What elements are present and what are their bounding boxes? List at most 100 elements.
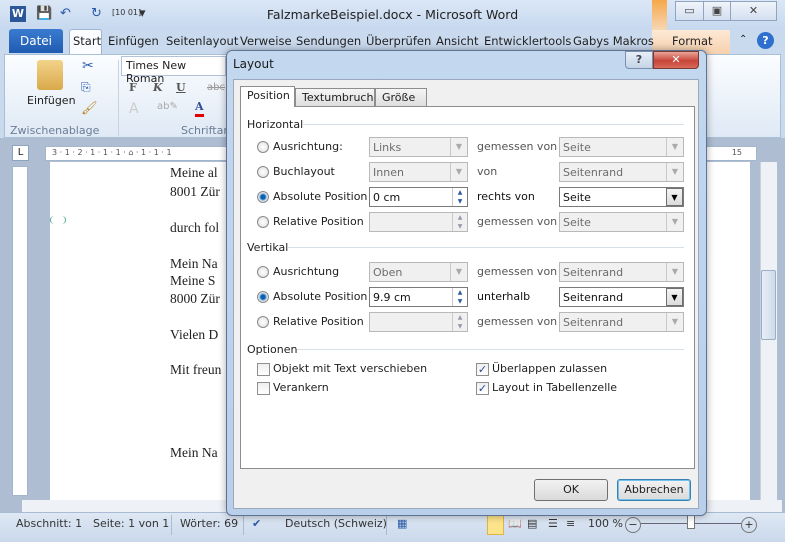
chevron-down-icon[interactable]: ▼ (666, 188, 683, 206)
outline-icon[interactable]: ☰ (548, 517, 558, 530)
tab-ansicht[interactable]: Ansicht (436, 34, 478, 48)
help-icon[interactable]: ? (757, 32, 774, 49)
value-spinner[interactable]: ▲ ▼ (369, 312, 468, 332)
tab-groesse[interactable]: Größe (375, 88, 427, 107)
value-dropdown[interactable]: Links ▼ (369, 137, 468, 157)
radio-ausrichtung[interactable] (257, 266, 269, 278)
tab-sendungen[interactable]: Sendungen (296, 34, 361, 48)
tab-position[interactable]: Position (240, 86, 295, 107)
macro-record-icon[interactable]: ▦ (397, 517, 407, 530)
underline-button[interactable]: U (176, 81, 186, 94)
print-layout-icon[interactable] (487, 515, 504, 535)
close-window-button[interactable]: ✕ (730, 1, 777, 21)
zoom-in-button[interactable]: + (741, 517, 757, 533)
chevron-down-icon[interactable]: ▼ (666, 163, 683, 181)
tab-start[interactable]: Start (73, 34, 101, 48)
tab-gabys-makros[interactable]: Gabys Makros (573, 34, 654, 48)
zoom-slider-handle[interactable] (687, 515, 695, 529)
paste-button[interactable]: Einfügen (27, 94, 76, 107)
minimize-button[interactable]: ▭ (675, 1, 704, 21)
checkbox-label: Überlappen zulassen (492, 362, 608, 375)
chevron-down-icon[interactable]: ▼ (666, 313, 683, 331)
status-words[interactable]: Wörter: 69 (180, 517, 238, 530)
chevron-down-icon[interactable]: ▼ (450, 163, 467, 181)
value-spinner[interactable]: 9.9 cm ▲ ▼ (369, 287, 468, 307)
relative-to-dropdown[interactable]: Seite ▼ (559, 187, 684, 207)
dialog-help-button[interactable]: ? (625, 51, 653, 69)
relative-to-dropdown[interactable]: Seitenrand ▼ (559, 162, 684, 182)
relative-to-dropdown[interactable]: Seite ▼ (559, 137, 684, 157)
bold-button[interactable]: F (129, 81, 137, 94)
tab-verweise[interactable]: Verweise (240, 34, 292, 48)
font-name-input[interactable]: Times New Roman (121, 56, 226, 85)
zoom-out-button[interactable]: − (625, 517, 641, 533)
tab-einfuegen[interactable]: Einfügen (108, 34, 159, 48)
value-dropdown[interactable]: Innen ▼ (369, 162, 468, 182)
option-label: Relative Position (273, 315, 364, 328)
value-dropdown[interactable]: Oben ▼ (369, 262, 468, 282)
tab-format[interactable]: Format (672, 34, 713, 48)
chevron-down-icon[interactable]: ▼ (450, 138, 467, 156)
relation-label: gemessen von (477, 315, 558, 328)
radio-ausrichtung[interactable] (257, 141, 269, 153)
fold-mark-anchor[interactable] (50, 216, 66, 224)
radio-absolute-position[interactable] (257, 191, 269, 203)
dialog-close-button[interactable]: ✕ (653, 51, 699, 69)
chevron-down-icon[interactable]: ▼ (666, 263, 683, 281)
collapse-ribbon-icon[interactable]: ⌃ (739, 34, 747, 45)
spinner-arrows-icon[interactable]: ▲ ▼ (452, 213, 467, 231)
chevron-down-icon[interactable]: ▼ (666, 138, 683, 156)
relation-label: gemessen von (477, 215, 558, 228)
cancel-button[interactable]: Abbrechen (617, 479, 691, 501)
web-layout-icon[interactable]: ▤ (527, 517, 537, 530)
spinner-arrows-icon[interactable]: ▲ ▼ (452, 288, 467, 306)
copy-icon[interactable]: ⎘ (81, 80, 91, 95)
tab-seitenlayout[interactable]: Seitenlayout (166, 34, 238, 48)
font-color-button[interactable]: A (195, 100, 204, 117)
vertical-ruler[interactable] (12, 166, 28, 496)
chevron-down-icon[interactable]: ▼ (666, 288, 683, 306)
spinner-arrows-icon[interactable]: ▲ ▼ (452, 188, 467, 206)
tab-entwicklertools[interactable]: Entwicklertools (484, 34, 571, 48)
proofing-icon[interactable]: ✔ (252, 517, 261, 530)
chevron-down-icon[interactable]: ▼ (450, 263, 467, 281)
full-screen-reading-icon[interactable]: 📖 (508, 517, 522, 530)
status-page[interactable]: Seite: 1 von 1 (93, 517, 169, 530)
tab-ueberpruefen[interactable]: Überprüfen (366, 34, 431, 48)
format-painter-icon[interactable]: 🖌 (81, 101, 98, 116)
option-label: Buchlayout (273, 165, 335, 178)
relative-to-dropdown[interactable]: Seite ▼ (559, 212, 684, 232)
radio-absolute-position[interactable] (257, 291, 269, 303)
checkbox--berlappen-zulassen[interactable]: ✓ (476, 363, 489, 376)
strikethrough-button[interactable]: abc (207, 82, 225, 93)
cut-icon[interactable]: ✂ (82, 58, 94, 74)
doc-line: Mein Na (170, 256, 218, 271)
file-tab[interactable]: Datei (9, 29, 63, 53)
radio-relative-position[interactable] (257, 216, 269, 228)
relative-to-dropdown[interactable]: Seitenrand ▼ (559, 312, 684, 332)
horizontal-section-label: Horizontal (247, 118, 304, 131)
relative-to-dropdown[interactable]: Seitenrand ▼ (559, 287, 684, 307)
relative-to-dropdown[interactable]: Seitenrand ▼ (559, 262, 684, 282)
value-spinner[interactable]: 0 cm ▲ ▼ (369, 187, 468, 207)
radio-relative-position[interactable] (257, 316, 269, 328)
spinner-arrows-icon[interactable]: ▲ ▼ (452, 313, 467, 331)
value-spinner[interactable]: ▲ ▼ (369, 212, 468, 232)
draft-icon[interactable]: ≡ (566, 517, 575, 530)
status-language[interactable]: Deutsch (Schweiz) (285, 517, 387, 530)
scrollbar-thumb[interactable] (761, 270, 776, 340)
maximize-button[interactable]: ▣ (703, 1, 731, 21)
checkbox-layout-in-tabellenzelle[interactable]: ✓ (476, 382, 489, 395)
zoom-level[interactable]: 100 % (588, 517, 623, 530)
highlight-icon[interactable]: ab✎ (157, 101, 178, 112)
tab-selector-button[interactable]: L (12, 145, 29, 161)
text-effects-icon[interactable]: A (129, 101, 139, 117)
radio-buchlayout[interactable] (257, 166, 269, 178)
tab-textumbruch[interactable]: Textumbruch (295, 88, 375, 107)
status-section[interactable]: Abschnitt: 1 (16, 517, 82, 530)
ok-button[interactable]: OK (534, 479, 608, 501)
italic-button[interactable]: K (153, 81, 163, 94)
checkbox-verankern[interactable] (257, 382, 270, 395)
chevron-down-icon[interactable]: ▼ (666, 213, 683, 231)
checkbox-objekt-mit-text-verschieben[interactable] (257, 363, 270, 376)
